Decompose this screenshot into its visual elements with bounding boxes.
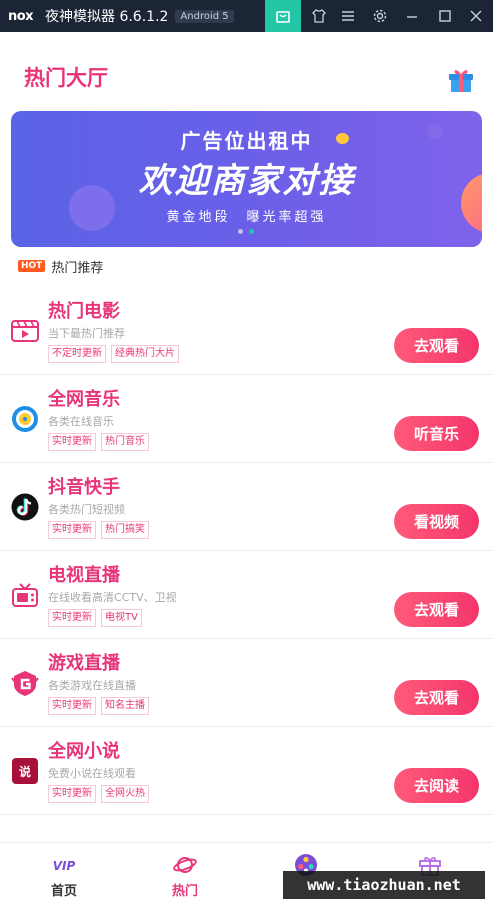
item-description: 当下最热门推荐 [48, 327, 125, 340]
list-item[interactable]: 全网音乐 各类在线音乐 实时更新 热门音乐 听音乐 [0, 375, 493, 463]
app-name: 夜神模拟器 6.6.1.2 [45, 9, 169, 25]
item-tag: 经典热门大片 [111, 345, 179, 363]
menu-button[interactable] [334, 0, 362, 32]
gift-button[interactable] [446, 65, 476, 95]
nav-home-label: 首页 [50, 884, 77, 899]
tiktok-icon [11, 493, 39, 521]
section-header: HOT 热门推荐 [18, 258, 104, 276]
ad-banner[interactable]: 广告位出租中 欢迎商家对接 黄金地段 曝光率超强 [11, 111, 482, 247]
hamburger-menu-icon [342, 11, 354, 21]
item-tag: 实时更新 [48, 433, 96, 451]
item-description: 各类热门短视频 [48, 503, 125, 516]
close-icon [470, 10, 482, 22]
emulator-titlebar: nox 夜神模拟器 6.6.1.2 Android 5 [0, 0, 493, 32]
item-tag: 实时更新 [48, 697, 96, 715]
nox-logo: nox [8, 9, 40, 24]
coin-icon [336, 133, 349, 144]
item-description: 各类在线音乐 [48, 415, 114, 428]
item-tag: 实时更新 [48, 609, 96, 627]
list-item[interactable]: 说 全网小说 免费小说在线观看 实时更新 全网火热 去阅读 [0, 727, 493, 815]
item-tag: 实时更新 [48, 521, 96, 539]
recommend-list: 热门电影 当下最热门推荐 不定时更新 经典热门大片 去观看 全网音乐 各类在线音… [0, 287, 493, 815]
item-title: 全网小说 [48, 741, 120, 762]
section-label: 热门推荐 [51, 260, 104, 276]
item-title: 热门电影 [48, 301, 120, 322]
item-tag: 实时更新 [48, 785, 96, 803]
game-icon [11, 669, 39, 697]
list-item[interactable]: 电视直播 在线收看高清CCTV、卫视 实时更新 电视TV 去观看 [0, 551, 493, 639]
item-tags: 不定时更新 经典热门大片 [48, 345, 179, 363]
maximize-icon [439, 10, 451, 22]
item-tag: 知名主播 [101, 697, 149, 715]
item-tag: 电视TV [101, 609, 142, 627]
skin-button[interactable] [305, 0, 333, 32]
planet-icon [173, 853, 197, 877]
read-button[interactable]: 去阅读 [394, 768, 479, 803]
item-tags: 实时更新 知名主播 [48, 697, 149, 715]
item-description: 免费小说在线观看 [48, 767, 136, 780]
item-title: 电视直播 [48, 565, 120, 586]
watch-button[interactable]: 去观看 [394, 328, 479, 363]
maximize-button[interactable] [431, 0, 459, 32]
vip-icon-text: VIP [53, 859, 76, 873]
list-item[interactable]: 游戏直播 各类游戏在线直播 实时更新 知名主播 去观看 [0, 639, 493, 727]
music-icon [11, 405, 39, 433]
banner-headline: 广告位出租中 [180, 129, 313, 153]
item-description: 在线收看高清CCTV、卫视 [48, 591, 177, 604]
minimize-button[interactable] [398, 0, 426, 32]
page-title: 热门大厅 [24, 66, 108, 90]
hot-badge: HOT [18, 260, 46, 272]
gift-icon [449, 70, 473, 92]
watch-button[interactable]: 去观看 [394, 680, 479, 715]
item-tags: 实时更新 热门音乐 [48, 433, 149, 451]
banner-main-text: 欢迎商家对接 [138, 161, 355, 201]
movie-icon [11, 317, 39, 345]
item-title: 游戏直播 [48, 653, 120, 674]
list-item[interactable]: 抖音快手 各类热门短视频 实时更新 热门搞笑 看视频 [0, 463, 493, 551]
close-button[interactable] [462, 0, 490, 32]
novel-icon: 说 [11, 757, 39, 785]
banner-subtext: 黄金地段 曝光率超强 [166, 210, 327, 225]
banner-dot-active[interactable] [249, 229, 254, 234]
item-description: 各类游戏在线直播 [48, 679, 136, 692]
app-store-button[interactable] [265, 0, 301, 32]
app-header: 热门大厅 [0, 32, 493, 108]
watch-button[interactable]: 去观看 [394, 592, 479, 627]
nav-hot[interactable]: 热门 [135, 843, 235, 899]
nav-hot-label: 热门 [171, 884, 198, 899]
banner-dot[interactable] [238, 229, 243, 234]
settings-button[interactable] [366, 0, 394, 32]
item-title: 全网音乐 [48, 389, 120, 410]
shopping-bag-icon [276, 11, 290, 23]
vip-icon: VIP [52, 853, 76, 877]
tv-icon [11, 581, 39, 609]
item-title: 抖音快手 [48, 477, 120, 498]
item-tag: 热门音乐 [101, 433, 149, 451]
list-item[interactable]: 热门电影 当下最热门推荐 不定时更新 经典热门大片 去观看 [0, 287, 493, 375]
item-tag: 全网火热 [101, 785, 149, 803]
item-tags: 实时更新 全网火热 [48, 785, 149, 803]
item-tags: 实时更新 热门搞笑 [48, 521, 149, 539]
listen-music-button[interactable]: 听音乐 [394, 416, 479, 451]
minimize-icon [407, 16, 417, 18]
novel-icon-text: 说 [19, 764, 31, 779]
item-tag: 不定时更新 [48, 345, 106, 363]
banner-page-indicator [238, 229, 254, 234]
site-watermark: www.tiaozhuan.net [283, 871, 485, 899]
nox-logo-text: nox [8, 8, 34, 24]
watch-video-button[interactable]: 看视频 [394, 504, 479, 539]
item-tags: 实时更新 电视TV [48, 609, 142, 627]
shirt-icon [312, 9, 326, 23]
item-tag: 热门搞笑 [101, 521, 149, 539]
gear-icon [373, 9, 387, 23]
android-version-badge: Android 5 [175, 9, 234, 23]
nav-home[interactable]: VIP 首页 [14, 843, 114, 899]
